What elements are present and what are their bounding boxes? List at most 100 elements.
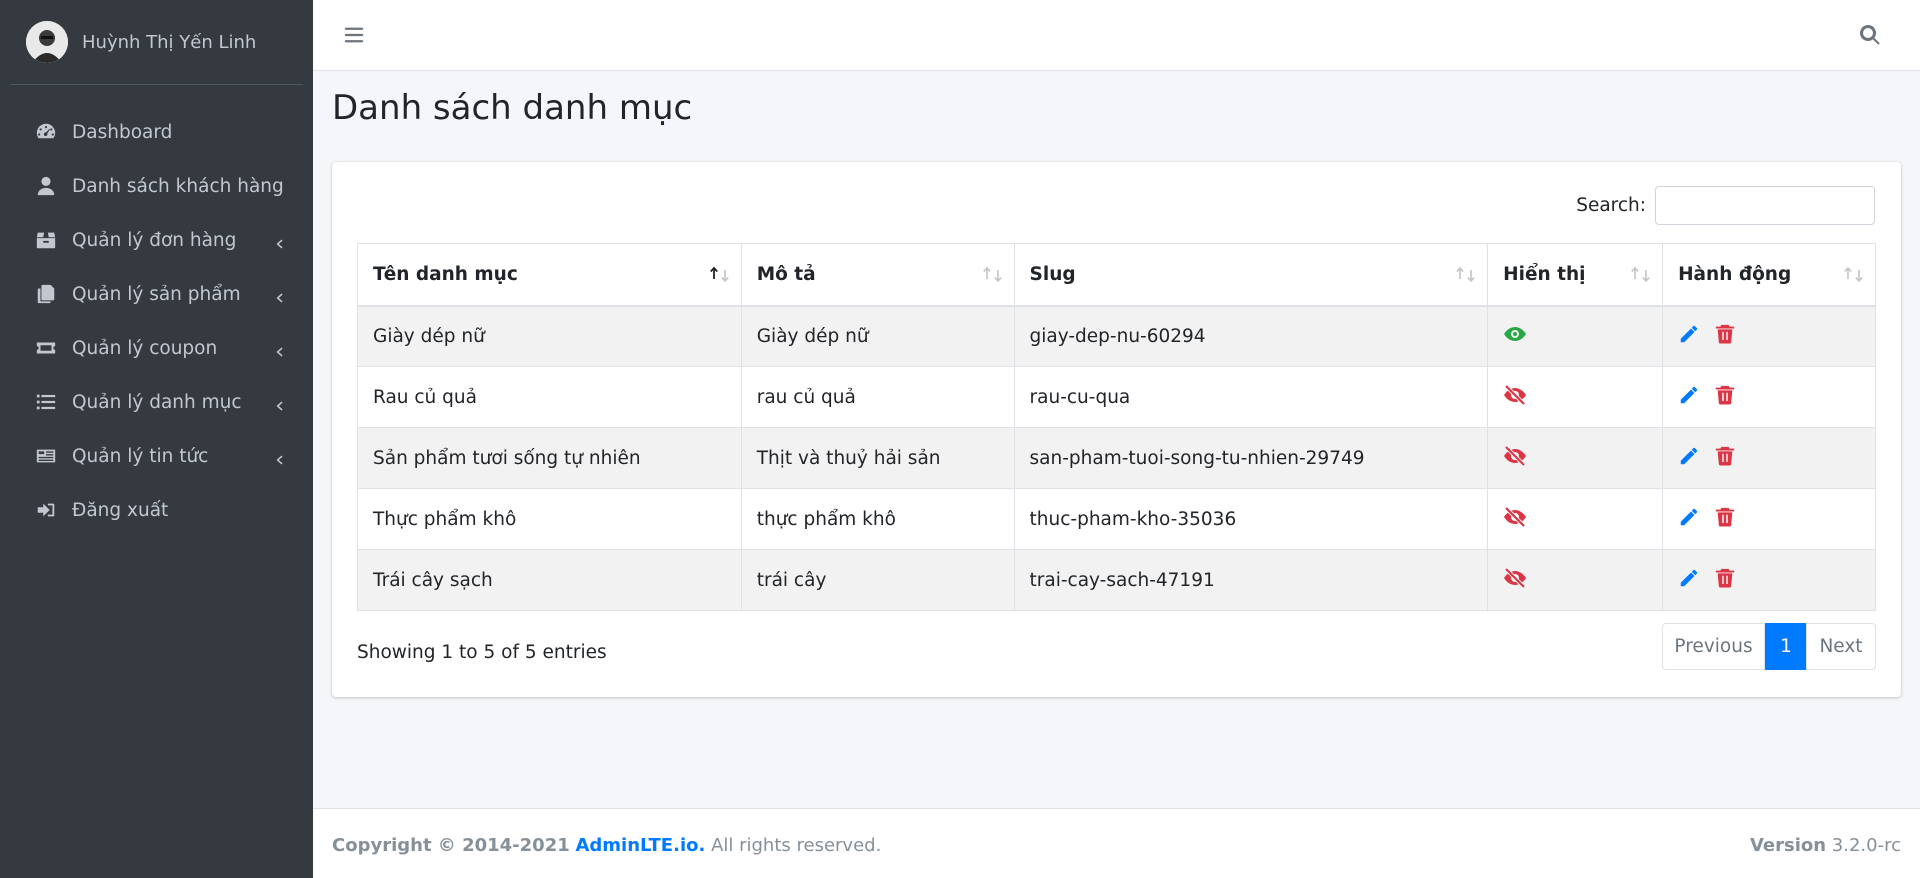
delete-icon[interactable] (1714, 384, 1736, 411)
column-header-label: Mô tả (756, 263, 816, 285)
category-name-cell: Rau củ quả (357, 366, 742, 428)
table-row: Rau củ quả rau củ quả rau-cu-qua (357, 366, 1876, 428)
list-icon (34, 390, 58, 414)
sidebar-item-label: Quản lý tin tức (72, 445, 209, 467)
sidebar-item-2[interactable]: Quản lý đơn hàng (0, 213, 313, 267)
sidebar-item-label: Quản lý danh mục (72, 391, 242, 413)
category-table: Tên danh mục Mô tả Slug Hiển thị Hành động G… (357, 243, 1876, 611)
search-input[interactable] (1655, 186, 1875, 225)
actions-cell (1662, 549, 1876, 611)
actions-cell (1662, 305, 1876, 367)
table-row: Thực phẩm khô thực phẩm khô thuc-pham-kho-… (357, 488, 1876, 550)
copyright: Copyright © 2014-2021 AdminLTE.io. All r… (332, 835, 881, 856)
edit-icon[interactable] (1678, 384, 1700, 411)
table-header-row: Tên danh mục Mô tả Slug Hiển thị Hành động (357, 243, 1876, 307)
news-icon (34, 444, 58, 468)
sidebar-item-label: Quản lý sản phẩm (72, 283, 241, 305)
sidebar-item-1[interactable]: Danh sách khách hàng (0, 159, 313, 213)
category-slug-cell: giay-dep-nu-60294 (1013, 305, 1489, 367)
delete-icon[interactable] (1714, 445, 1736, 472)
sidebar-item-7[interactable]: Đăng xuất (0, 483, 313, 537)
version-label: Version (1749, 835, 1827, 856)
column-header-1[interactable]: Mô tả (740, 243, 1015, 307)
column-header-3[interactable]: Hiển thị (1487, 243, 1664, 307)
copyright-prefix: Copyright © 2014-2021 (332, 835, 570, 856)
category-description-cell: rau củ quả (740, 366, 1015, 428)
actions-cell (1662, 366, 1876, 428)
category-name-cell: Thực phẩm khô (357, 488, 742, 550)
sidebar-nav: Dashboard Danh sách khách hàng Quản lý đơn… (0, 105, 313, 537)
actions-cell (1662, 488, 1876, 550)
next-page-button[interactable]: Next (1806, 623, 1876, 670)
page-1-button[interactable]: 1 (1765, 623, 1807, 670)
user-name[interactable]: Huỳnh Thị Yến Linh (82, 32, 256, 53)
column-header-0[interactable]: Tên danh mục (357, 243, 742, 307)
column-header-label: Slug (1029, 263, 1076, 285)
chevron-left-icon (273, 396, 285, 411)
sort-icon (982, 266, 1004, 284)
category-description-cell: trái cây (740, 549, 1015, 611)
delete-icon[interactable] (1714, 506, 1736, 533)
avatar-image (26, 21, 68, 63)
delete-icon[interactable] (1714, 323, 1736, 350)
sidebar-item-3[interactable]: Quản lý sản phẩm (0, 267, 313, 321)
category-slug-cell: rau-cu-qua (1013, 366, 1489, 428)
sidebar-item-label: Quản lý coupon (72, 337, 218, 359)
sign-out-icon (34, 498, 58, 522)
column-header-4[interactable]: Hành động (1662, 243, 1876, 307)
sidebar-item-5[interactable]: Quản lý danh mục (0, 375, 313, 429)
copy-icon (34, 282, 58, 306)
sidebar-item-label: Dashboard (72, 121, 173, 143)
table-row: Giày dép nữ Giày dép nữ giay-dep-nu-60294 (357, 305, 1876, 367)
edit-icon[interactable] (1678, 506, 1700, 533)
eye-slash-icon[interactable] (1503, 444, 1527, 468)
category-name-cell: Giày dép nữ (357, 305, 742, 367)
search-label: Search: (1576, 195, 1646, 216)
edit-icon[interactable] (1678, 567, 1700, 594)
column-header-2[interactable]: Slug (1013, 243, 1489, 307)
sort-icon (709, 266, 731, 284)
table-row: Trái cây sạch trái cây trai-cay-sach-47191 (357, 549, 1876, 611)
eye-slash-icon[interactable] (1503, 505, 1527, 529)
edit-icon[interactable] (1678, 323, 1700, 350)
brand-link[interactable]: AdminLTE.io. (575, 835, 705, 856)
top-navbar (313, 0, 1920, 71)
edit-icon[interactable] (1678, 445, 1700, 472)
search-icon[interactable] (1858, 23, 1882, 47)
sort-icon (1630, 266, 1652, 284)
eye-slash-icon[interactable] (1503, 383, 1527, 407)
category-name-cell: Sản phẩm tươi sống tự nhiên (357, 427, 742, 489)
category-slug-cell: trai-cay-sach-47191 (1013, 549, 1489, 611)
category-description-cell: Giày dép nữ (740, 305, 1015, 367)
pagination: Previous 1 Next (1662, 623, 1876, 670)
table-info: Showing 1 to 5 of 5 entries (357, 642, 607, 663)
rights-text: All rights reserved. (711, 835, 882, 856)
visibility-cell (1487, 427, 1664, 489)
chevron-left-icon (273, 234, 285, 249)
column-header-label: Tên danh mục (373, 263, 518, 285)
sidebar-item-6[interactable]: Quản lý tin tức (0, 429, 313, 483)
visibility-cell (1487, 488, 1664, 550)
ticket-icon (34, 336, 58, 360)
box-icon (34, 228, 58, 252)
version-value: 3.2.0-rc (1831, 835, 1901, 856)
sort-icon (1843, 266, 1865, 284)
user-panel[interactable]: Huỳnh Thị Yến Linh (10, 0, 303, 85)
sort-icon (1455, 266, 1477, 284)
dashboard-icon (34, 120, 58, 144)
sidebar-item-label: Đăng xuất (72, 499, 169, 521)
eye-slash-icon[interactable] (1503, 566, 1527, 590)
eye-icon[interactable] (1503, 322, 1527, 346)
category-description-cell: thực phẩm khô (740, 488, 1015, 550)
bars-icon[interactable] (343, 24, 365, 46)
table-search: Search: (1576, 186, 1875, 225)
table-body: Giày dép nữ Giày dép nữ giay-dep-nu-60294 R… (357, 305, 1876, 611)
delete-icon[interactable] (1714, 567, 1736, 594)
sidebar-item-label: Quản lý đơn hàng (72, 229, 237, 251)
previous-page-button[interactable]: Previous (1662, 623, 1765, 670)
sidebar-item-4[interactable]: Quản lý coupon (0, 321, 313, 375)
avatar[interactable] (26, 21, 68, 63)
sidebar-item-0[interactable]: Dashboard (0, 105, 313, 159)
visibility-cell (1487, 305, 1664, 367)
category-card: Search: Tên danh mục Mô tả Slug Hiển thị Hàn… (332, 162, 1901, 697)
